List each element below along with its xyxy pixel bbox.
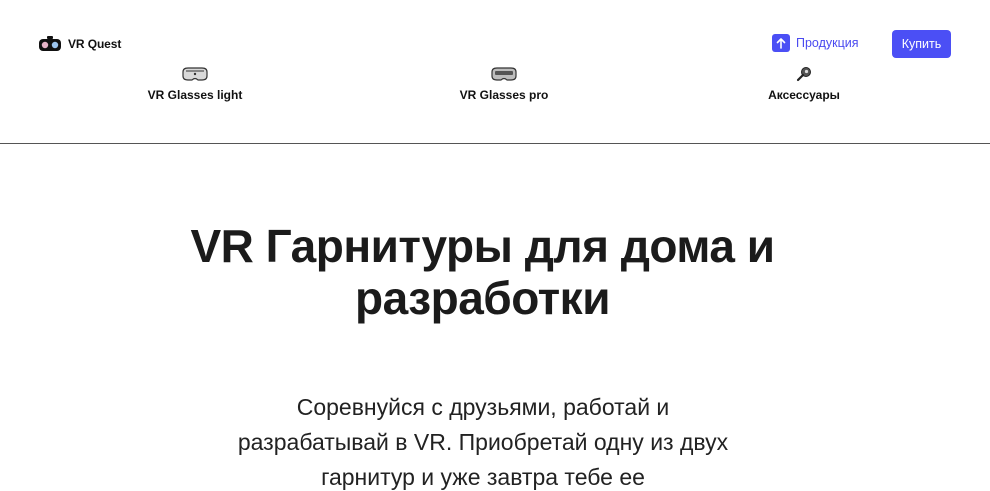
nav-label: VR Glasses pro	[459, 88, 549, 102]
site-header: VR Quest Продукция Купить VR Glasses lig…	[0, 0, 990, 144]
page: VR Quest Продукция Купить VR Glasses lig…	[0, 0, 990, 491]
logo[interactable]: VR Quest	[38, 36, 121, 52]
hero-title: VR Гарнитуры для дома и разработки	[190, 220, 775, 324]
nav-item-accessories[interactable]: Аксессуары	[758, 66, 850, 102]
products-link-label: Продукция	[796, 36, 859, 50]
vr-headset-logo-icon	[39, 36, 61, 51]
hero-description: Соревнуйся с друзьями, работай и разраба…	[237, 394, 729, 490]
nav-item-vr-glasses-pro[interactable]: VR Glasses pro	[455, 66, 553, 102]
logo-text: VR Quest	[68, 37, 122, 51]
nav-item-vr-glasses-light[interactable]: VR Glasses light	[145, 66, 245, 102]
accessory-icon	[796, 67, 811, 82]
products-link[interactable]: Продукция	[772, 34, 859, 52]
vr-headset-pro-icon	[491, 67, 517, 81]
buy-button[interactable]: Купить	[892, 30, 951, 58]
vr-headset-light-icon	[182, 67, 208, 81]
nav-label: VR Glasses light	[147, 88, 243, 102]
arrow-up-icon	[772, 34, 790, 52]
nav-label: Аксессуары	[768, 88, 840, 102]
